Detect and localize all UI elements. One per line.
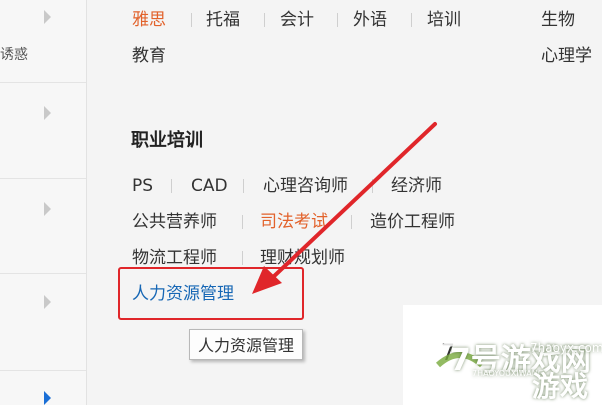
link-accounting[interactable]: 会计 — [280, 10, 314, 30]
link-foreign-language[interactable]: 外语 — [353, 10, 387, 30]
link-judicial-exam[interactable]: 司法考试 — [260, 212, 328, 232]
link-economist[interactable]: 经济师 — [391, 176, 442, 196]
watermark-logo: 7号游戏网 7haoyx.com 7HAOYOUXIWANG 游戏 — [420, 325, 602, 405]
watermark-slogan: 游戏 — [532, 370, 589, 403]
link-toefl[interactable]: 托福 — [206, 10, 240, 30]
chevron-right-icon — [44, 391, 51, 405]
link-psychology[interactable]: 心理学 — [541, 46, 592, 66]
link-training[interactable]: 培训 — [427, 10, 461, 30]
divider — [191, 13, 192, 27]
annotation-highlight-box — [118, 267, 304, 320]
link-cost-engineer[interactable]: 造价工程师 — [370, 212, 455, 232]
section-heading-vocational: 职业培训 — [131, 130, 203, 151]
link-financial-planner[interactable]: 理财规划师 — [260, 248, 345, 268]
chevron-right-icon — [44, 10, 51, 24]
link-counselor[interactable]: 心理咨询师 — [263, 176, 348, 196]
chevron-right-icon — [44, 202, 51, 216]
sidebar-item[interactable] — [0, 82, 86, 179]
divider — [171, 179, 172, 193]
chevron-right-icon — [44, 295, 51, 309]
sidebar-item-active[interactable] — [0, 370, 86, 405]
link-tooltip: 人力资源管理 — [189, 329, 304, 360]
link-biology[interactable]: 生物 — [541, 10, 575, 30]
sidebar-item[interactable] — [0, 178, 86, 274]
divider — [372, 179, 373, 193]
link-ps[interactable]: PS — [132, 176, 153, 196]
sidebar-item[interactable]: 诱惑 — [0, 0, 86, 83]
link-nutritionist[interactable]: 公共营养师 — [132, 212, 217, 232]
link-cad[interactable]: CAD — [191, 176, 228, 196]
chevron-right-icon — [44, 106, 51, 120]
link-logistics-engineer[interactable]: 物流工程师 — [132, 248, 217, 268]
link-ielts[interactable]: 雅思 — [132, 10, 166, 30]
divider — [243, 179, 244, 193]
watermark-url: 7haoyx.com — [530, 341, 602, 355]
sidebar-item-label: 诱惑 — [0, 47, 28, 63]
divider — [264, 13, 265, 27]
divider — [337, 13, 338, 27]
divider — [351, 215, 352, 229]
divider — [242, 215, 243, 229]
link-education[interactable]: 教育 — [132, 46, 166, 66]
divider — [411, 13, 412, 27]
divider — [242, 251, 243, 265]
sidebar-item[interactable] — [0, 273, 86, 371]
category-sidebar: 诱惑 — [0, 0, 87, 405]
